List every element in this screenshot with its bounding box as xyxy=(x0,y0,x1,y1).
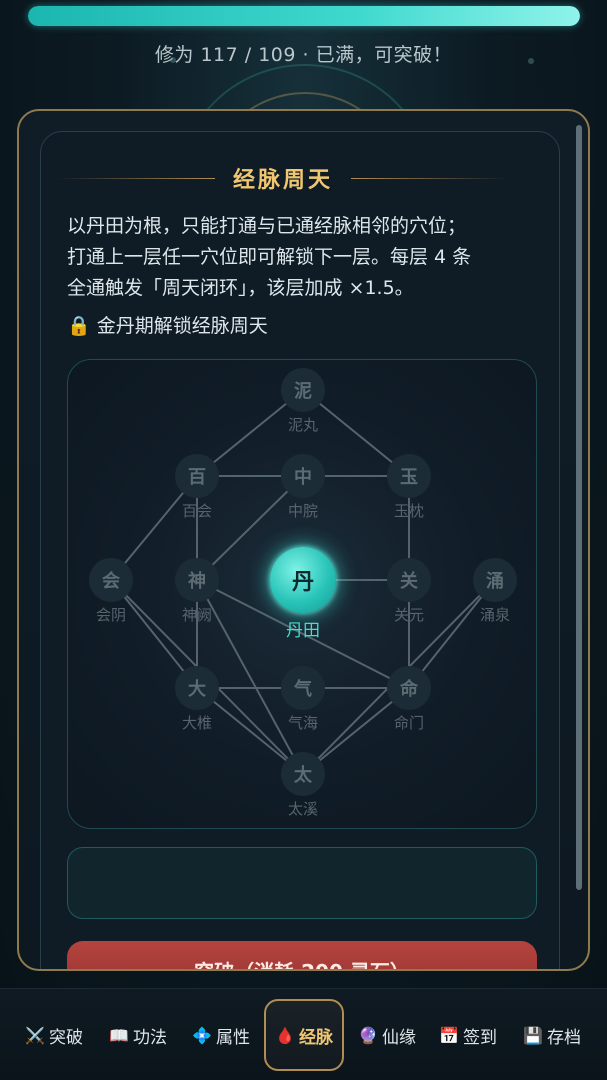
diamond-icon: 💠 xyxy=(192,1025,212,1045)
meridian-info-box xyxy=(67,847,537,919)
acupoint-label: 命门 xyxy=(393,714,424,732)
acupoint-dantian[interactable]: 丹 xyxy=(270,547,336,613)
acupoint-taixi[interactable]: 太 xyxy=(281,752,325,796)
nav-tab-label: 经脉 xyxy=(298,1027,333,1048)
crystal-ball-icon: 🔮 xyxy=(358,1025,378,1045)
acupoint-label: 丹田 xyxy=(286,621,320,641)
nav-tab-crystal-ball[interactable]: 🔮 仙缘 xyxy=(350,989,424,1080)
crossed-swords-icon: ⚔️ xyxy=(25,1025,45,1045)
decorative-star xyxy=(170,57,176,63)
acupoint-label: 会阴 xyxy=(95,606,126,624)
section-description: 以丹田为根，只能打通与已通经脉相邻的穴位； 打通上一层任一穴位即可解锁下一层。每… xyxy=(67,211,537,304)
nav-tab-label: 签到 xyxy=(462,1027,497,1048)
breakthrough-action-button[interactable]: 突破（消耗 200 灵石） xyxy=(67,941,537,969)
drop-icon: 🩸 xyxy=(275,1025,295,1045)
panel-scrollbar[interactable] xyxy=(576,125,582,890)
unlock-requirement: 🔒 金丹期解锁经脉周天 xyxy=(67,311,268,338)
acupoint-label: 百会 xyxy=(181,502,212,520)
nav-tab-floppy-disk[interactable]: 💾 存档 xyxy=(516,989,588,1080)
acupoint-yongquan[interactable]: 涌 xyxy=(473,558,517,602)
bottom-navigation: ⚔️ 突破 📖 功法 💠 属性 🩸 经脉 🔮 仙缘 📅 签到 💾 存档 xyxy=(0,988,607,1080)
title-divider-right xyxy=(351,177,510,179)
acupoint-label: 涌泉 xyxy=(479,606,510,624)
calendar-icon: 📅 xyxy=(439,1025,459,1045)
acupoint-label: 泥丸 xyxy=(287,416,318,434)
acupoint-guanyuan[interactable]: 关 xyxy=(387,558,431,602)
acupoint-label: 气海 xyxy=(287,714,318,732)
nav-tab-crossed-swords[interactable]: ⚔️ 突破 xyxy=(18,989,90,1080)
nav-tab-book[interactable]: 📖 功法 xyxy=(100,989,176,1080)
nav-tab-calendar[interactable]: 📅 签到 xyxy=(432,989,504,1080)
acupoint-label: 玉枕 xyxy=(393,502,424,520)
acupoint-label: 关元 xyxy=(393,606,424,624)
acupoint-dazhui[interactable]: 大 xyxy=(175,666,219,710)
acupoint-label: 大椎 xyxy=(181,714,212,732)
nav-tab-label: 功法 xyxy=(132,1027,167,1048)
decorative-star xyxy=(528,58,534,64)
acupoint-mingmen[interactable]: 命 xyxy=(387,666,431,710)
meridian-map: 泥泥丸百百会 中中脘 玉玉枕会会阴 神神阙 丹丹田 关关元 涌涌泉大大椎 气气海 命命门太太溪 xyxy=(67,359,537,829)
floppy-disk-icon: 💾 xyxy=(523,1025,543,1045)
acupoint-shenque[interactable]: 神 xyxy=(175,558,219,602)
cultivation-progress-bar xyxy=(28,6,580,26)
description-line: 打通上一层任一穴位即可解锁下一层。每层 4 条 xyxy=(67,246,472,268)
acupoint-label: 神阙 xyxy=(181,606,212,624)
cultivation-progress-fill xyxy=(28,6,580,26)
acupoint-zhongwan[interactable]: 中 xyxy=(281,454,325,498)
nav-tab-label: 突破 xyxy=(48,1027,83,1048)
acupoint-label: 中脘 xyxy=(287,502,318,520)
acupoint-yuzhen[interactable]: 玉 xyxy=(387,454,431,498)
nav-tab-label: 仙缘 xyxy=(381,1027,416,1048)
acupoint-huiyin[interactable]: 会 xyxy=(89,558,133,602)
section-header: 经脉周天 xyxy=(57,163,510,193)
acupoint-baihui[interactable]: 百 xyxy=(175,454,219,498)
nav-tab-label: 存档 xyxy=(546,1027,581,1048)
section-title: 经脉周天 xyxy=(233,168,334,193)
nav-tab-diamond[interactable]: 💠 属性 xyxy=(184,989,258,1080)
title-divider-left xyxy=(57,177,215,179)
cultivation-status-text: 修为 117 / 109 · 已满，可突破！ xyxy=(154,44,453,66)
acupoint-label: 太溪 xyxy=(287,800,318,818)
nav-tab-drop[interactable]: 🩸 经脉 xyxy=(264,999,344,1071)
book-icon: 📖 xyxy=(109,1025,129,1045)
nav-tab-label: 属性 xyxy=(215,1027,250,1048)
unlock-requirement-text: 金丹期解锁经脉周天 xyxy=(96,315,268,337)
lock-icon: 🔒 xyxy=(67,315,91,337)
meridian-panel: 经脉周天 以丹田为根，只能打通与已通经脉相邻的穴位； 打通上一层任一穴位即可解锁… xyxy=(17,109,590,971)
acupoint-qihai[interactable]: 气 xyxy=(281,666,325,710)
description-line: 全通触发「周天闭环」，该层加成 ×1.5。 xyxy=(67,277,414,299)
acupoint-niwan[interactable]: 泥 xyxy=(281,368,325,412)
description-line: 以丹田为根，只能打通与已通经脉相邻的穴位； xyxy=(67,215,467,237)
